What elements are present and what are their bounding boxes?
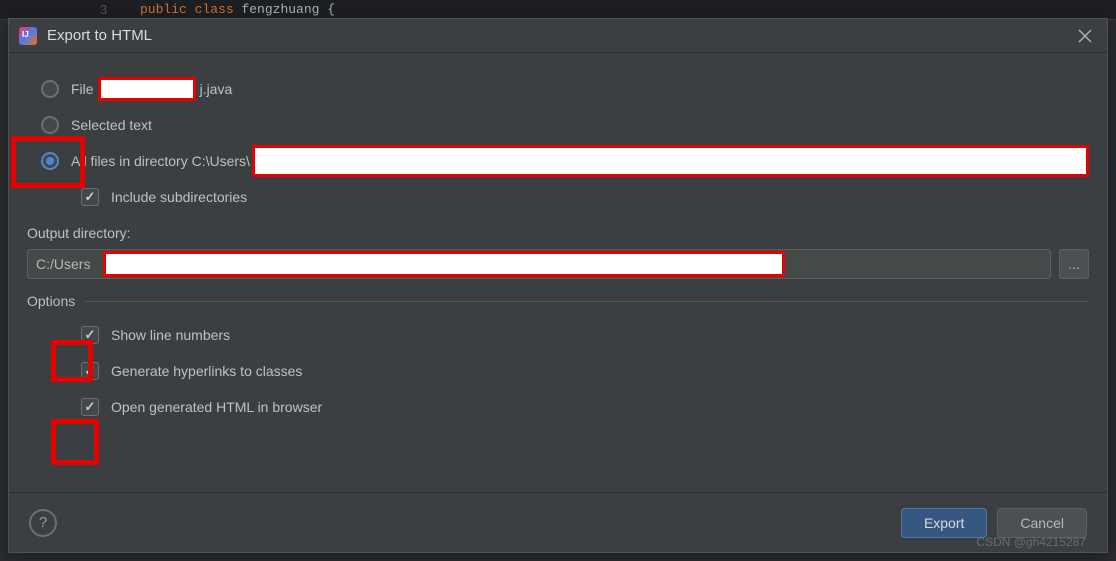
- redacted-filename: [98, 77, 196, 101]
- intellij-icon: [19, 27, 37, 45]
- close-icon[interactable]: [1073, 24, 1097, 48]
- highlight-browser: [51, 419, 99, 465]
- cancel-button[interactable]: Cancel: [997, 508, 1087, 538]
- help-button[interactable]: ?: [29, 509, 57, 537]
- editor-background: 3 public class fengzhuang {: [0, 0, 1116, 20]
- output-dir-row: ...: [27, 249, 1089, 279]
- line-number: 3: [100, 2, 107, 17]
- check-open-browser[interactable]: Open generated HTML in browser: [81, 389, 1089, 425]
- export-html-dialog: Export to HTML File j.java Selected text…: [8, 18, 1108, 553]
- browse-button[interactable]: ...: [1059, 249, 1089, 279]
- check-include-subdirs[interactable]: Include subdirectories: [81, 179, 1089, 215]
- redacted-output-path: [103, 251, 785, 277]
- radio-icon[interactable]: [41, 80, 59, 98]
- radio-file[interactable]: File j.java: [41, 71, 1089, 107]
- divider: [85, 301, 1089, 302]
- output-dir-label: Output directory:: [27, 225, 1089, 241]
- redacted-path: [252, 145, 1089, 177]
- dialog-content: File j.java Selected text All files in d…: [9, 53, 1107, 492]
- checkbox-icon[interactable]: [81, 188, 99, 206]
- check-show-line-numbers[interactable]: Show line numbers: [81, 317, 1089, 353]
- button-bar: ? Export Cancel: [9, 492, 1107, 552]
- check-generate-hyperlinks[interactable]: Generate hyperlinks to classes: [81, 353, 1089, 389]
- radio-all-files[interactable]: All files in directory C:\Users\: [41, 143, 1089, 179]
- checkbox-icon[interactable]: [81, 398, 99, 416]
- dialog-title: Export to HTML: [47, 27, 1073, 44]
- export-button[interactable]: Export: [901, 508, 987, 538]
- radio-selected-text[interactable]: Selected text: [41, 107, 1089, 143]
- highlight-radio: [11, 136, 85, 188]
- titlebar: Export to HTML: [9, 19, 1107, 53]
- radio-icon[interactable]: [41, 116, 59, 134]
- options-header: Options: [27, 293, 1089, 309]
- highlight-linenum: [51, 340, 93, 382]
